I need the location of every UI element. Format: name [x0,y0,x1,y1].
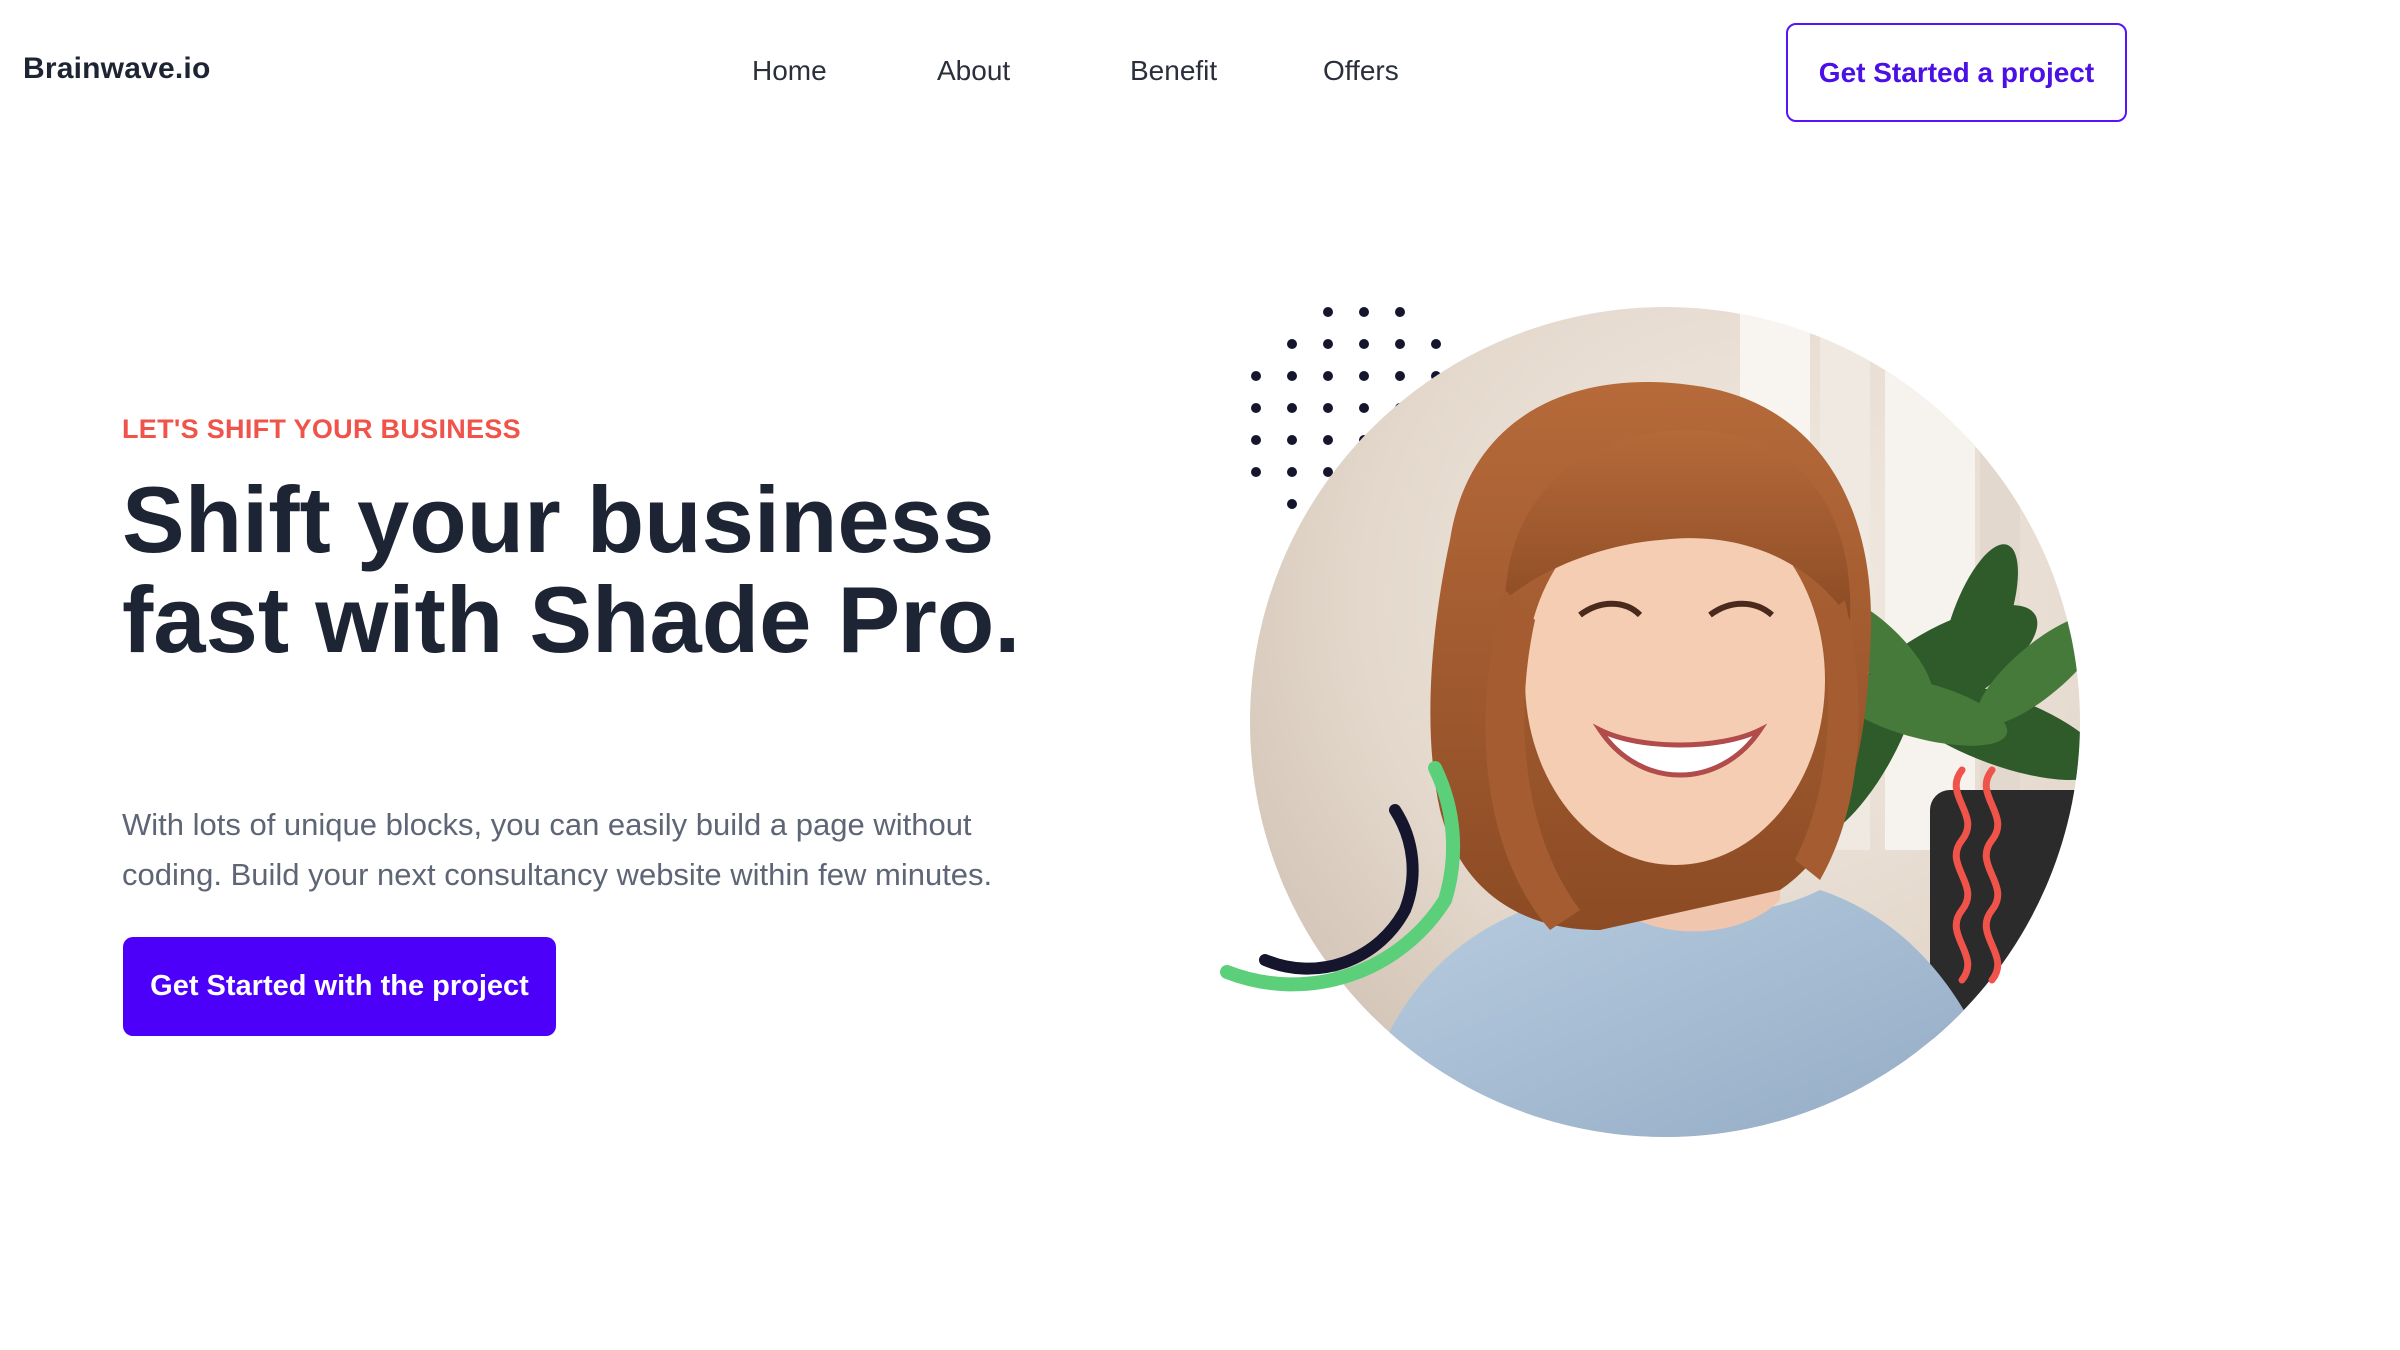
hero-image [1220,307,2080,1137]
nav-offers[interactable]: Offers [1323,55,1399,87]
nav-about[interactable]: About [937,55,1010,87]
nav-home[interactable]: Home [752,55,827,87]
hero-subtext: With lots of unique blocks, you can easi… [122,807,993,892]
nav-benefit[interactable]: Benefit [1130,55,1217,87]
landing-page: Brainwave.io Home About Benefit Offers G… [0,0,2400,1350]
get-started-header-button[interactable]: Get Started a project [1786,23,2127,122]
hero-headline: Shift your business fast with Shade Pro. [122,467,1021,672]
get-started-hero-button[interactable]: Get Started with the project [123,937,556,1036]
hero-eyebrow: LET'S SHIFT YOUR BUSINESS [122,414,521,444]
brand-logo[interactable]: Brainwave.io [23,52,210,86]
